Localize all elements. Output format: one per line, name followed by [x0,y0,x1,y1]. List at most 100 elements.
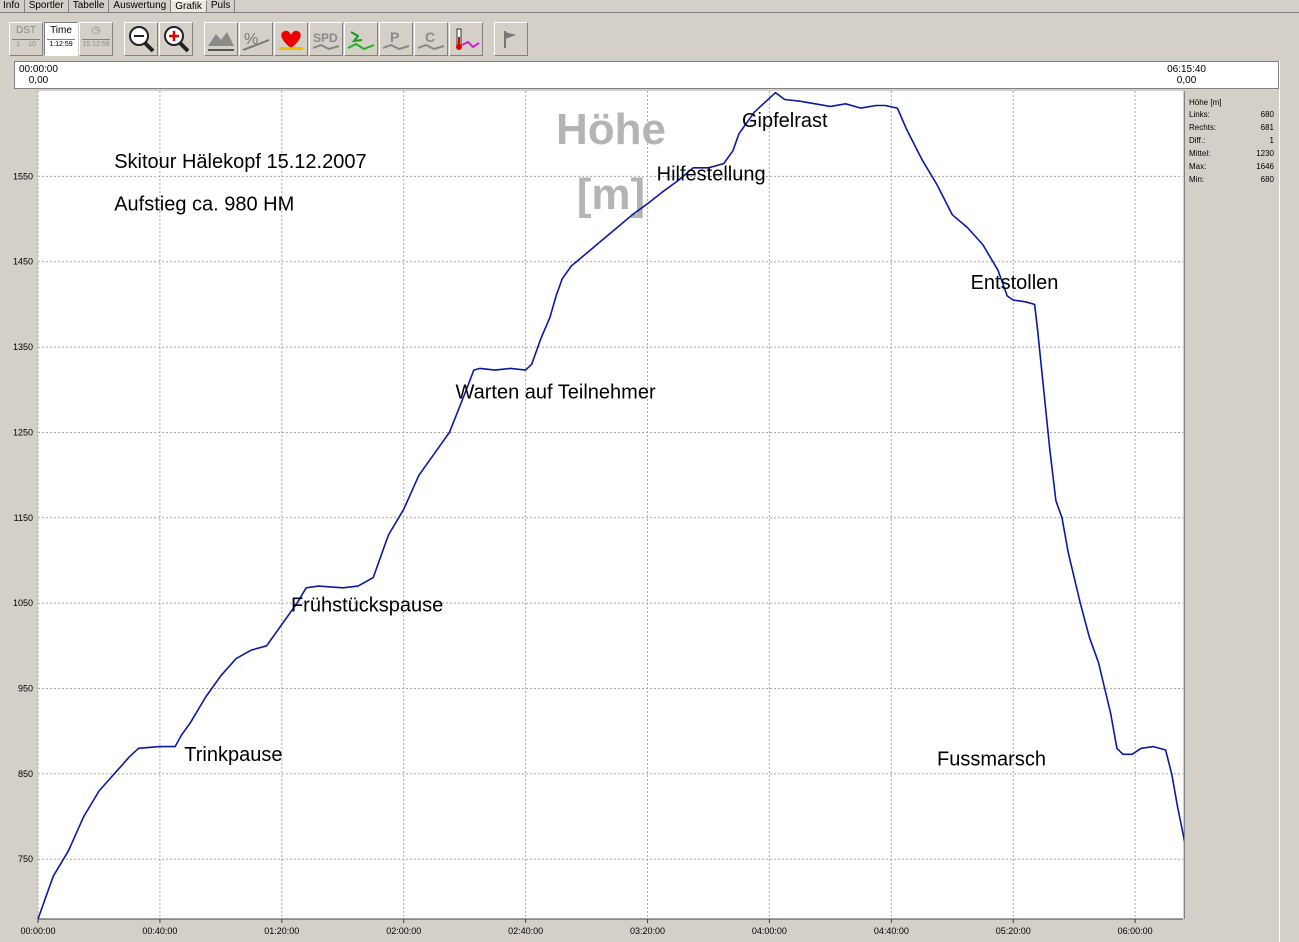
dst-label: DST [16,25,36,36]
stat-value: 1 [1269,136,1274,145]
speed-icon: SPD [312,31,340,51]
x-tick-label: 04:40:00 [874,926,909,936]
stats-rows: Links: 680 Rechts: 681 Diff.: 1 Mittel: 1230 Max… [1185,108,1279,186]
stat-row: Links: 680 [1185,108,1279,121]
stat-label: Links: [1189,110,1210,119]
chart-annotation: Hilfestellung [657,164,766,186]
chart-annotation: Warten auf Teilnehmer [456,381,656,403]
stat-row: Min: 680 [1185,173,1279,186]
app-window: Info Sportler Tabelle Auswertung Grafik Puls … [0,0,1299,942]
tab-puls[interactable]: Puls [207,0,236,12]
x-tick-label: 01:20:00 [264,926,299,936]
x-tick-label: 03:20:00 [630,926,665,936]
svg-text:C: C [425,29,435,45]
y-tick-label: 1350 [13,342,33,352]
altitude-icon [208,32,234,51]
chart-annotation: Aufstieg ca. 980 HM [114,194,294,216]
chart-title-watermark-unit: [m] [577,170,645,219]
y-tick-label: 1250 [13,427,33,437]
stat-row: Max: 1646 [1185,160,1279,173]
temperature-button[interactable] [449,22,483,56]
range-end: 06:15:40 0,00 [1167,64,1206,86]
incline-button[interactable]: % [239,22,273,56]
toolbar: DST 1 10 Time 1:12:59 ◷ 15:12:59 % SPD P… [0,13,1299,61]
y-tick-label: 1150 [14,513,33,523]
svg-text:SPD: SPD [313,31,338,45]
tab-strip: Info Sportler Tabelle Auswertung Grafik Puls [0,0,1299,13]
stat-label: Max: [1189,162,1207,171]
time-label: Time [50,25,72,36]
tab-sportler[interactable]: Sportler [25,0,69,12]
clock-value: 15:12:59 [82,41,110,48]
y-tick-label: 750 [18,854,33,864]
x-tick-label: 05:20:00 [996,926,1031,936]
stat-row: Mittel: 1230 [1185,147,1279,160]
x-tick-label: 02:40:00 [508,926,543,936]
range-start: 00:00:00 0,00 [19,64,58,86]
speed-button[interactable]: SPD [309,22,343,56]
stat-label: Diff.: [1189,136,1206,145]
chart-annotation: Skitour Hälekopf 15.12.2007 [114,151,366,173]
zoom-out-icon [129,26,155,53]
altitude-button[interactable] [204,22,238,56]
chart-annotation: Frühstückspause [291,595,443,617]
dst-value-b: 10 [28,41,36,48]
temperature-icon [456,28,480,50]
stat-value: 1230 [1256,149,1274,158]
time-value: 1:12:59 [49,41,73,48]
dst-value-a: 1 [16,41,20,48]
svg-text:P: P [390,29,399,45]
time-mode-button[interactable]: Time 1:12:59 [44,22,78,56]
chart-title-watermark: Höhe [556,105,666,154]
stat-row: Rechts: 681 [1185,121,1279,134]
cadence-button[interactable] [344,22,378,56]
chart-annotation: Trinkpause [184,744,282,766]
heart-rate-button[interactable] [274,22,308,56]
zoom-out-button[interactable] [124,22,158,56]
x-tick-label: 04:00:00 [752,926,787,936]
heart-rate-icon [279,30,303,50]
stat-value: 680 [1260,175,1274,184]
chart-annotation: Fussmarsch [937,748,1046,770]
time-range-bar[interactable]: 00:00:00 0,00 06:15:40 0,00 [14,61,1279,89]
calories-button[interactable]: C [414,22,448,56]
stat-label: Mittel: [1189,149,1211,158]
tab-grafik[interactable]: Grafik [171,0,207,12]
zoom-in-icon [164,26,190,53]
altitude-chart[interactable]: 750 850 950 1050 1150 1250 1350 1450 1550 00:00:0… [0,89,1279,942]
chart-annotation: Entstollen [971,272,1059,294]
y-tick-label: 850 [18,769,33,779]
stat-value: 680 [1260,110,1274,119]
tab-info[interactable]: Info [0,0,25,12]
stat-label: Min: [1189,175,1205,184]
tab-auswertung[interactable]: Auswertung [109,0,172,12]
tab-tabelle[interactable]: Tabelle [69,0,110,12]
x-tick-label: 02:00:00 [386,926,421,936]
chart-panel[interactable]: 750 850 950 1050 1150 1250 1350 1450 1550 00:00:0… [0,89,1279,942]
clock-icon: ◷ [91,25,101,36]
incline-percent-icon: % [242,31,270,51]
stat-value: 681 [1260,123,1274,132]
chart-annotation: Gipfelrast [742,110,828,132]
stat-label: Rechts: [1189,123,1217,132]
range-start-value: 0,00 [28,75,49,86]
stats-title: Höhe [m] [1189,98,1222,107]
y-tick-label: 1450 [13,257,33,267]
y-tick-label: 1050 [13,598,33,608]
zoom-in-button[interactable] [159,22,193,56]
calories-icon: C [417,29,445,51]
cadence-icon [347,31,375,51]
power-button[interactable]: P [379,22,413,56]
power-icon: P [382,29,410,51]
clock-mode-button[interactable]: ◷ 15:12:59 [79,22,113,56]
dst-mode-button[interactable]: DST 1 10 [9,22,43,56]
range-start-time: 00:00:00 [19,64,58,75]
marker-button[interactable] [494,22,528,56]
x-tick-label: 00:40:00 [142,926,177,936]
stats-panel: Höhe [m] Links: 680 Rechts: 681 Diff.: 1 Mitte… [1184,91,1279,919]
range-end-value: 0,00 [1176,75,1197,86]
right-edge-panel [1279,61,1299,942]
stat-row: Diff.: 1 [1185,134,1279,147]
stat-value: 1646 [1256,162,1274,171]
y-tick-label: 1550 [13,171,33,181]
